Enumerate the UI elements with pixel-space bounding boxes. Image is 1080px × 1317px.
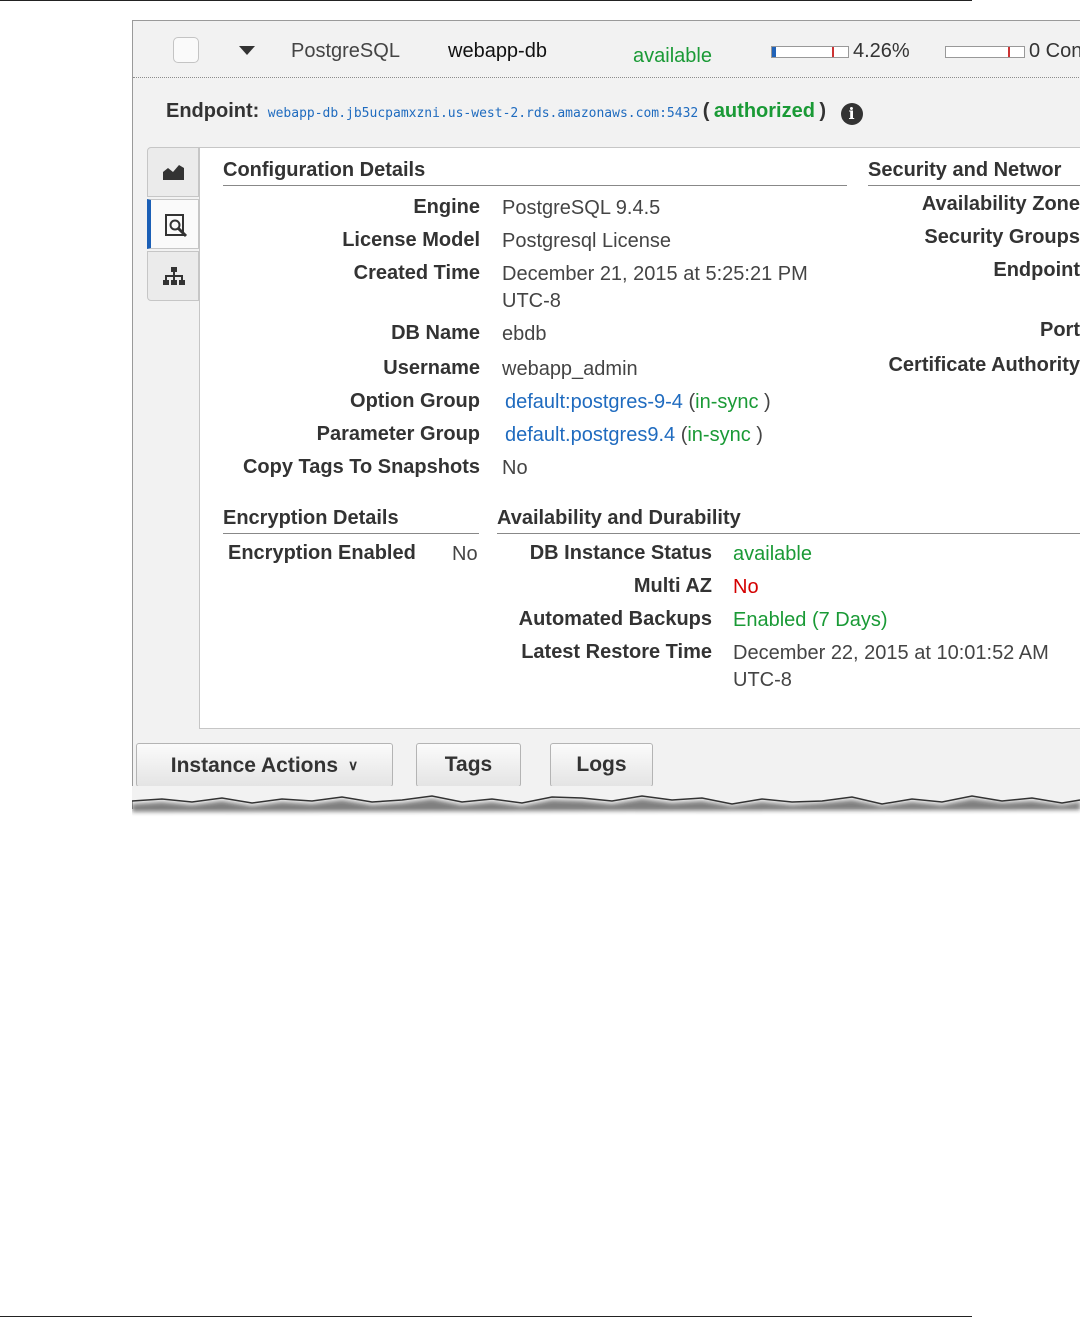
cpu-meter-threshold [832, 47, 834, 57]
details-magnifier-icon [165, 214, 188, 238]
connections-meter [945, 46, 1025, 58]
db-name-label: DB Name [391, 322, 480, 344]
copy-tags-value: No [502, 457, 528, 479]
torn-edge [132, 786, 1080, 812]
top-rule [0, 0, 972, 1]
security-endpoint-label: Endpoint [993, 259, 1080, 281]
parameter-group-sync-status: in-sync [687, 424, 751, 446]
created-time-label: Created Time [353, 262, 480, 284]
option-group-link[interactable]: default:postgres-9-4 [505, 391, 683, 413]
info-icon[interactable]: i [840, 103, 863, 125]
instance-actions-label: Instance Actions [170, 754, 338, 777]
monitoring-chart-icon [163, 165, 184, 180]
details-content: Configuration Details Engine PostgreSQL … [199, 147, 1080, 729]
certificate-authority-label: Certificate Authority [888, 354, 1080, 376]
security-groups-label: Security Groups [924, 226, 1080, 248]
chevron-down-icon: ∨ [348, 757, 359, 773]
endpoint-row: Endpoint: webapp-db.jb5ucpamxzni.us-west… [166, 100, 863, 125]
parameter-group-paren-close: ) [756, 424, 763, 446]
tags-button[interactable]: Tags [416, 743, 521, 787]
select-checkbox[interactable] [173, 37, 199, 63]
port-label: Port [1040, 319, 1080, 341]
cpu-meter-fill [772, 47, 776, 57]
security-network-title: Security and Networ [868, 159, 1080, 186]
option-group-sync-status: in-sync [695, 391, 759, 413]
logs-button[interactable]: Logs [550, 743, 653, 787]
availability-durability-title: Availability and Durability [497, 507, 1080, 534]
expand-caret-icon[interactable] [239, 46, 255, 55]
instance-row-header[interactable]: PostgreSQL webapp-db available 4.26% 0 C… [133, 21, 1080, 78]
parameter-group-label: Parameter Group [316, 423, 480, 445]
latest-restore-value: December 22, 2015 at 10:01:52 AM [733, 642, 1049, 664]
latest-restore-label: Latest Restore Time [521, 641, 712, 663]
endpoint-paren-close: ) [819, 100, 827, 122]
availability-zone-label: Availability Zone [921, 193, 1080, 215]
copy-tags-label: Copy Tags To Snapshots [242, 456, 480, 478]
created-time-value-tz: UTC-8 [502, 290, 561, 312]
license-value: Postgresql License [502, 230, 671, 252]
instance-status-label: DB Instance Status [529, 542, 712, 564]
row-db-identifier[interactable]: webapp-db [448, 40, 547, 63]
endpoint-paren-open: ( [702, 100, 710, 122]
row-status: available [633, 45, 712, 67]
endpoint-auth-status: authorized [713, 100, 815, 122]
created-time-value: December 21, 2015 at 5:25:21 PM [502, 263, 808, 285]
engine-label: Engine [413, 196, 480, 218]
db-instance-panel: PostgreSQL webapp-db available 4.26% 0 C… [132, 20, 1080, 809]
option-group-label: Option Group [350, 390, 480, 412]
automated-backups-value: Enabled (7 Days) [733, 609, 888, 631]
endpoint-label: Endpoint: [166, 100, 260, 122]
option-group-value: default:postgres-9-4 (in-sync ) [505, 389, 771, 415]
username-value: webapp_admin [502, 358, 638, 380]
connections-meter-threshold [1008, 47, 1010, 57]
license-label: License Model [342, 229, 480, 251]
hierarchy-icon [163, 267, 185, 285]
cpu-meter [771, 46, 849, 58]
instance-status-value: available [733, 543, 812, 565]
parameter-group-link[interactable]: default.postgres9.4 [505, 424, 675, 446]
encryption-enabled-label: Encryption Enabled [228, 542, 416, 564]
tab-topology[interactable] [147, 251, 199, 301]
configuration-details-title: Configuration Details [223, 159, 847, 186]
latest-restore-value-tz: UTC-8 [733, 669, 792, 691]
engine-value: PostgreSQL 9.4.5 [502, 197, 661, 219]
encryption-details-title: Encryption Details [223, 507, 479, 534]
multi-az-label: Multi AZ [633, 575, 712, 597]
connections-value: 0 Con [1029, 40, 1080, 62]
automated-backups-label: Automated Backups [518, 608, 712, 630]
tab-monitoring[interactable] [147, 147, 199, 197]
cpu-value: 4.26% [853, 40, 910, 62]
parameter-group-value: default.postgres9.4 (in-sync ) [505, 422, 763, 448]
username-label: Username [383, 357, 480, 379]
instance-actions-button[interactable]: Instance Actions ∨ [136, 743, 393, 787]
multi-az-value: No [733, 576, 759, 598]
option-group-paren-close: ) [764, 391, 771, 413]
endpoint-value: webapp-db.jb5ucpamxzni.us-west-2.rds.ama… [267, 106, 699, 121]
row-engine: PostgreSQL [291, 40, 400, 62]
tab-details[interactable] [147, 199, 199, 249]
encryption-enabled-value: No [452, 543, 478, 565]
db-name-value: ebdb [502, 323, 547, 345]
